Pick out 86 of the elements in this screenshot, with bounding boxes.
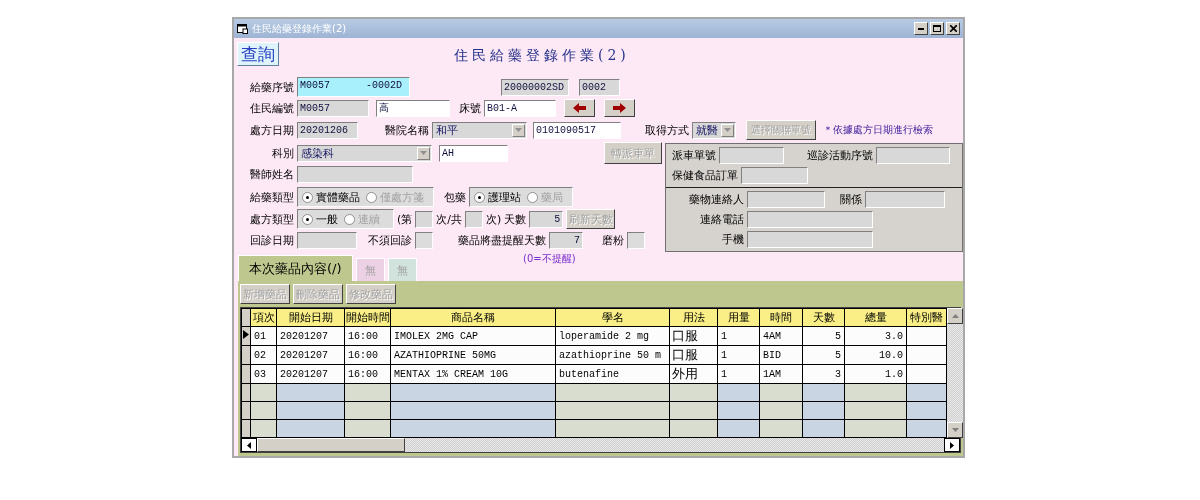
scroll-down-button[interactable] xyxy=(947,422,963,438)
checkbox[interactable] xyxy=(415,231,433,249)
radio-option[interactable]: 護理站 xyxy=(474,189,521,205)
column-header: 用量 xyxy=(717,308,760,327)
row-selector[interactable] xyxy=(241,401,251,420)
minimize-button[interactable] xyxy=(914,22,928,35)
field-label: 派車單號 xyxy=(672,148,716,163)
input-field[interactable]: M0057 -0002D xyxy=(297,77,410,97)
tab[interactable]: 本次藥品內容(/) xyxy=(238,255,353,281)
close-icon xyxy=(949,25,957,32)
vertical-scrollbar[interactable] xyxy=(947,308,963,438)
field-label: 次) xyxy=(486,211,502,227)
field-label: 連絡電話 xyxy=(699,212,744,227)
field-label: 醫院名稱 xyxy=(385,122,429,138)
previous-button[interactable] xyxy=(564,99,595,117)
checkbox[interactable] xyxy=(627,231,645,249)
field-label: 床號 xyxy=(459,100,481,116)
field-label: 磨粉 xyxy=(602,232,624,248)
field-label: 巡診活動序號 xyxy=(807,148,873,163)
field-label: 不須回診 xyxy=(368,232,412,248)
form-title: 住民給藥登錄作業(2) xyxy=(454,47,630,65)
column-header: 項次 xyxy=(250,308,277,327)
scroll-thumb[interactable] xyxy=(257,438,405,452)
arrow-right-icon xyxy=(613,103,626,113)
maximize-button[interactable] xyxy=(930,22,944,35)
query-button[interactable]: 查詢 xyxy=(237,42,279,66)
caret-down-icon xyxy=(420,151,427,155)
field-label: 處方日期 xyxy=(249,122,294,138)
field-label: 次/共 xyxy=(436,211,462,227)
field-label: 天數 xyxy=(504,211,527,227)
row-header xyxy=(241,308,251,327)
field-label: 藥物連絡人 xyxy=(688,192,744,207)
row-selector[interactable] xyxy=(241,364,251,384)
column-header: 商品名稱 xyxy=(390,308,556,327)
scroll-up-button[interactable] xyxy=(947,308,963,324)
field-label: 關係 xyxy=(840,192,862,207)
field-label: 給藥序號 xyxy=(249,79,294,95)
column-header: 天數 xyxy=(802,308,845,327)
column-header: 學名 xyxy=(555,308,670,327)
field-label: 科別 xyxy=(271,145,294,161)
input-field[interactable]: AH xyxy=(439,144,508,162)
hint-text: (0=不提醒) xyxy=(522,253,577,265)
field-label: (第 xyxy=(397,211,413,227)
column-header: 開始日期 xyxy=(276,308,345,327)
field-label: 取得方式 xyxy=(645,122,689,138)
next-button[interactable] xyxy=(604,99,635,117)
window-title: 住民給藥登錄作業(2) xyxy=(252,21,347,36)
field-label: 處方類型 xyxy=(249,211,294,227)
window-icon xyxy=(237,23,248,34)
caret-left-icon xyxy=(247,441,251,449)
column-header: 開始時間 xyxy=(344,308,391,327)
caret-down-icon xyxy=(951,428,959,432)
caret-down-icon xyxy=(515,128,522,132)
column-header: 總量 xyxy=(844,308,907,327)
input-field[interactable]: 0101090517 xyxy=(533,121,621,139)
arrow-left-icon xyxy=(573,103,586,113)
field-label: 藥品將盡提醒天數 xyxy=(458,232,546,248)
row-selector[interactable] xyxy=(241,345,251,365)
field-label: 回診日期 xyxy=(249,232,294,248)
minimize-icon xyxy=(918,27,924,30)
column-header: 特別醫 xyxy=(906,308,947,327)
horizontal-scrollbar[interactable] xyxy=(241,438,960,452)
field-label: 醫師姓名 xyxy=(249,166,294,182)
field-label: 包藥 xyxy=(444,189,466,205)
scroll-left-button[interactable] xyxy=(241,438,257,452)
input-field[interactable]: 高 xyxy=(376,99,450,117)
field-label: 保健食品訂單 xyxy=(672,168,738,183)
caret-down-icon xyxy=(724,128,731,132)
column-header: 用法 xyxy=(669,308,718,327)
row-selector[interactable] xyxy=(241,383,251,402)
column-header: 時間 xyxy=(759,308,803,327)
search-note: ＊依據處方日期進行檢索 xyxy=(823,123,933,137)
field-label: 給藥類型 xyxy=(249,189,294,205)
row-selector[interactable] xyxy=(241,419,251,438)
field-label: 手機 xyxy=(721,232,744,247)
input-field[interactable]: B01-A xyxy=(484,99,556,117)
row-pointer-icon xyxy=(243,330,249,339)
radio-option[interactable]: 實體藥品 xyxy=(302,189,360,205)
maximize-icon xyxy=(933,25,941,32)
radio-option[interactable]: 一般 xyxy=(302,211,338,227)
caret-up-icon xyxy=(951,314,959,318)
row-selector[interactable] xyxy=(241,326,251,346)
close-button[interactable] xyxy=(946,22,960,35)
caret-right-icon xyxy=(950,441,954,449)
field-label: 住民編號 xyxy=(249,100,294,116)
scroll-right-button[interactable] xyxy=(944,438,960,452)
